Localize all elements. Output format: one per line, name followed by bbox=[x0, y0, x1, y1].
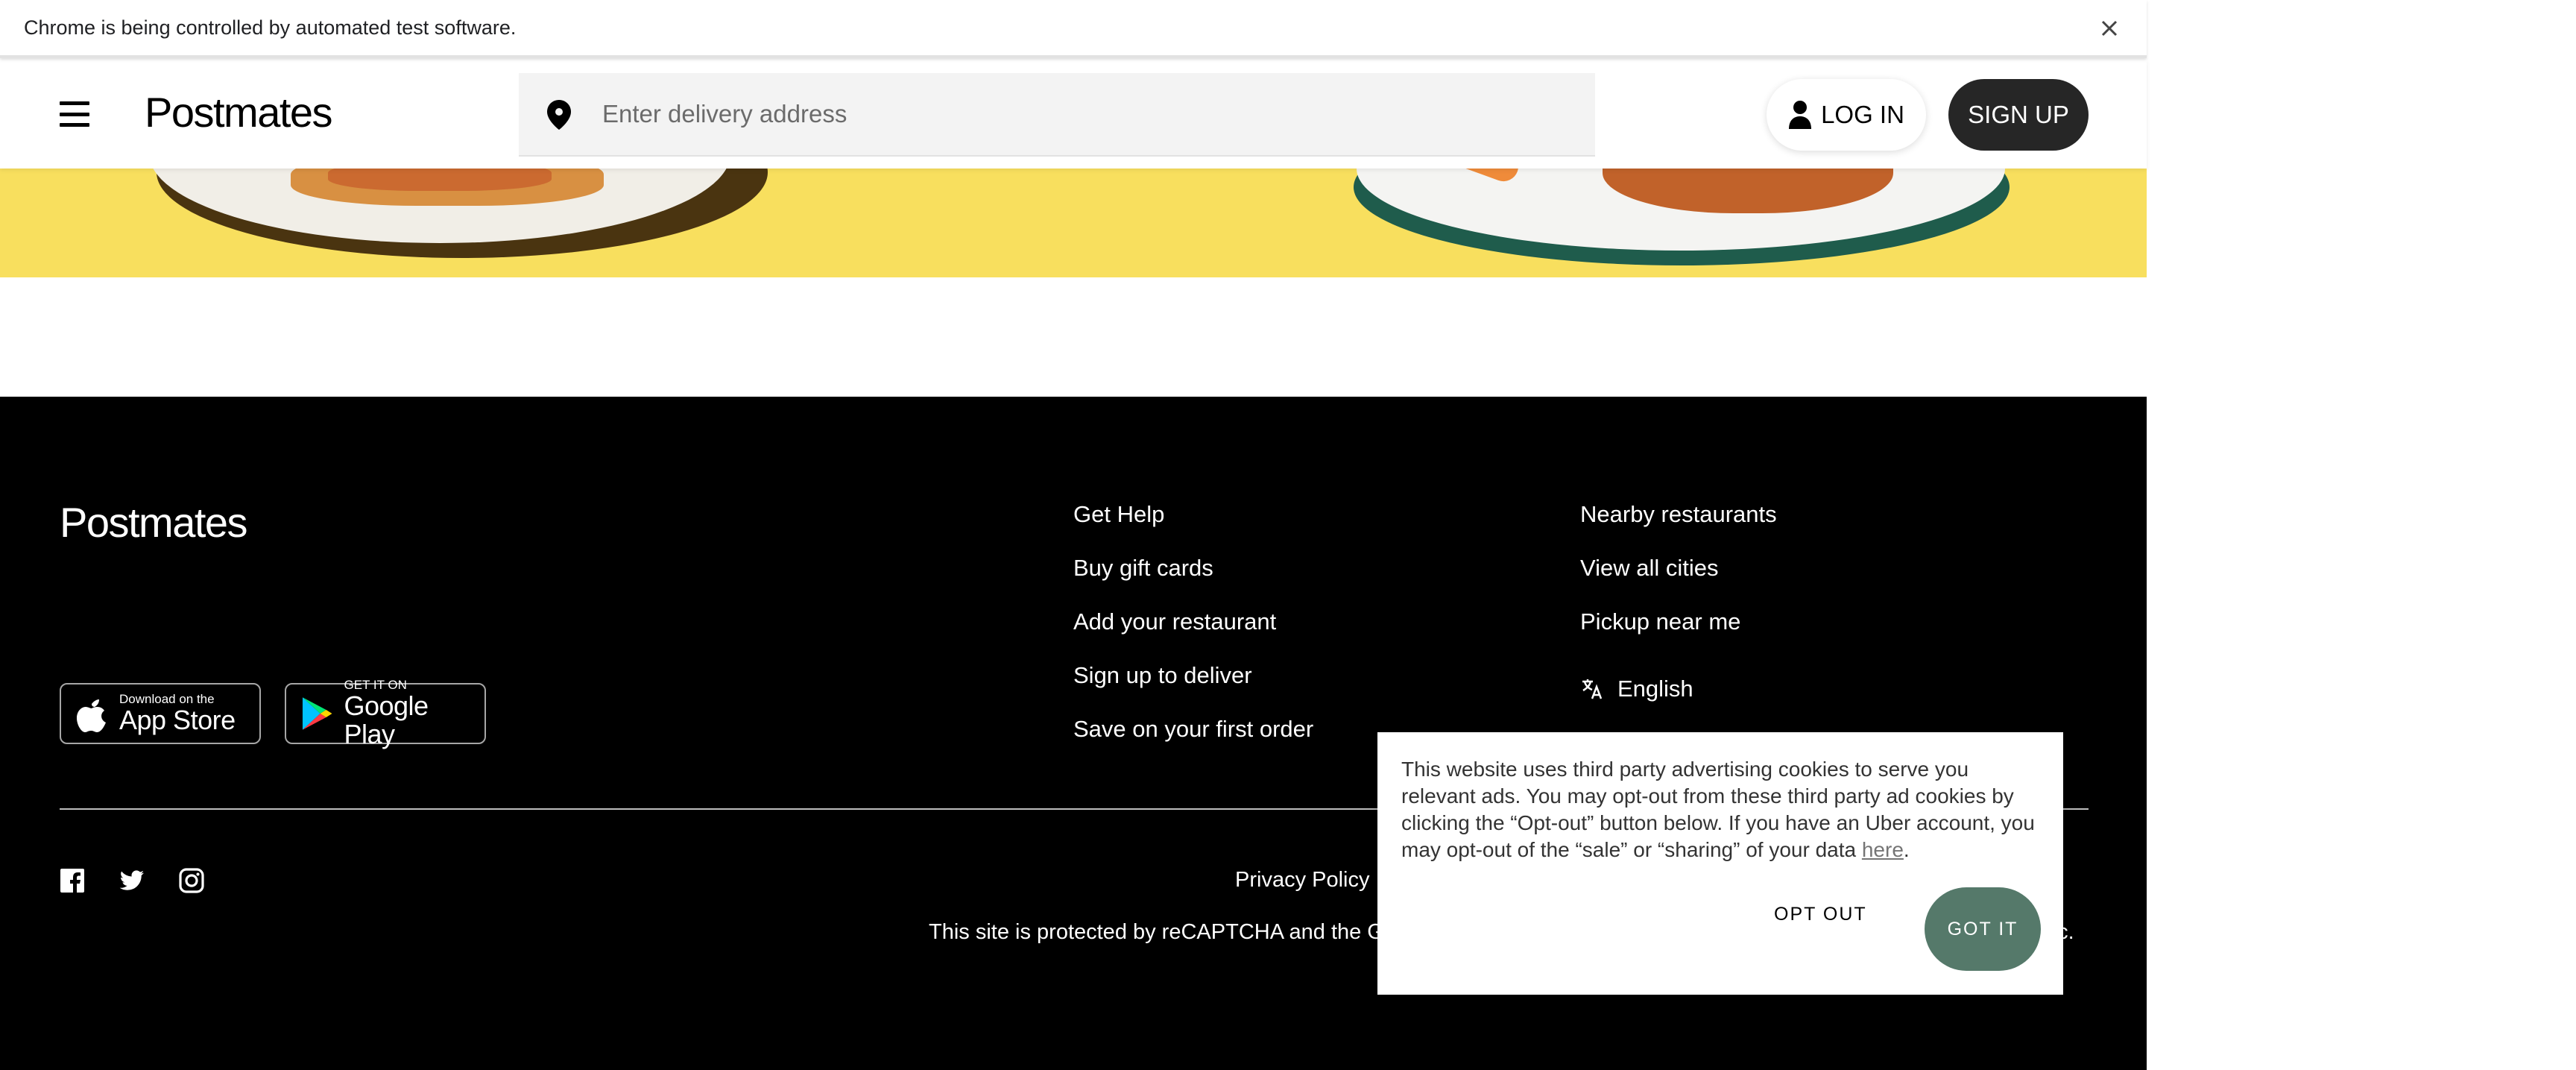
app-store-big-text: App Store bbox=[119, 705, 236, 735]
automation-banner: Chrome is being controlled by automated … bbox=[0, 0, 2147, 58]
nearby-restaurants-link[interactable]: Nearby restaurants bbox=[1580, 501, 1777, 555]
google-play-icon bbox=[302, 697, 332, 730]
signup-label: SIGN UP bbox=[1968, 101, 2069, 128]
google-play-big-text: Google Play bbox=[344, 690, 429, 749]
apple-icon bbox=[77, 699, 106, 732]
app-store-badge[interactable]: Download on the App Store bbox=[60, 683, 261, 744]
view-all-cities-link[interactable]: View all cities bbox=[1580, 555, 1777, 608]
site-header: Postmates LOG IN SIGN UP bbox=[0, 60, 2147, 169]
privacy-policy-link[interactable]: Privacy Policy bbox=[1235, 868, 1370, 893]
signup-button[interactable]: SIGN UP bbox=[1948, 79, 2089, 151]
pickup-near-me-link[interactable]: Pickup near me bbox=[1580, 608, 1777, 662]
cookie-here-link[interactable]: here bbox=[1862, 838, 1904, 861]
language-selector[interactable]: English bbox=[1580, 662, 1777, 716]
pizza-sauce-image bbox=[328, 169, 552, 191]
close-icon[interactable] bbox=[2094, 13, 2124, 43]
hero-banner bbox=[0, 169, 2147, 277]
save-first-order-link[interactable]: Save on your first order bbox=[1073, 716, 1313, 770]
delivery-address-input[interactable] bbox=[602, 73, 1571, 155]
opt-out-button[interactable]: OPT OUT bbox=[1774, 904, 1867, 925]
cookie-consent-message: This website uses third party advertisin… bbox=[1401, 758, 2035, 861]
get-help-link[interactable]: Get Help bbox=[1073, 501, 1313, 555]
recaptcha-notice: This site is protected by reCAPTCHA and … bbox=[929, 920, 1396, 944]
user-icon bbox=[1789, 101, 1812, 129]
google-play-badge[interactable]: GET IT ON Google Play bbox=[285, 679, 486, 749]
login-button[interactable]: LOG IN bbox=[1767, 79, 1926, 151]
automation-message: Chrome is being controlled by automated … bbox=[24, 16, 517, 39]
footer-links-column-2: Nearby restaurants View all cities Picku… bbox=[1580, 501, 1777, 716]
location-pin-icon bbox=[547, 100, 571, 130]
got-it-label: GOT IT bbox=[1947, 918, 2018, 940]
language-label: English bbox=[1617, 676, 1693, 702]
add-restaurant-link[interactable]: Add your restaurant bbox=[1073, 608, 1313, 662]
translate-icon bbox=[1582, 679, 1603, 699]
got-it-button[interactable]: GOT IT bbox=[1925, 887, 2041, 971]
address-search[interactable] bbox=[519, 73, 1595, 157]
cookie-consent-period: . bbox=[1903, 838, 1910, 861]
logo[interactable]: Postmates bbox=[145, 88, 333, 136]
instagram-icon[interactable] bbox=[179, 868, 204, 893]
facebook-icon[interactable] bbox=[60, 868, 85, 893]
sign-up-to-deliver-link[interactable]: Sign up to deliver bbox=[1073, 662, 1313, 716]
footer-links-column-1: Get Help Buy gift cards Add your restaur… bbox=[1073, 501, 1313, 770]
login-label: LOG IN bbox=[1821, 101, 1904, 128]
cookie-consent-text: This website uses third party advertisin… bbox=[1401, 756, 2044, 863]
menu-icon[interactable] bbox=[57, 98, 92, 130]
footer-logo[interactable]: Postmates bbox=[60, 498, 248, 547]
twitter-icon[interactable] bbox=[119, 868, 145, 893]
buy-gift-cards-link[interactable]: Buy gift cards bbox=[1073, 555, 1313, 608]
